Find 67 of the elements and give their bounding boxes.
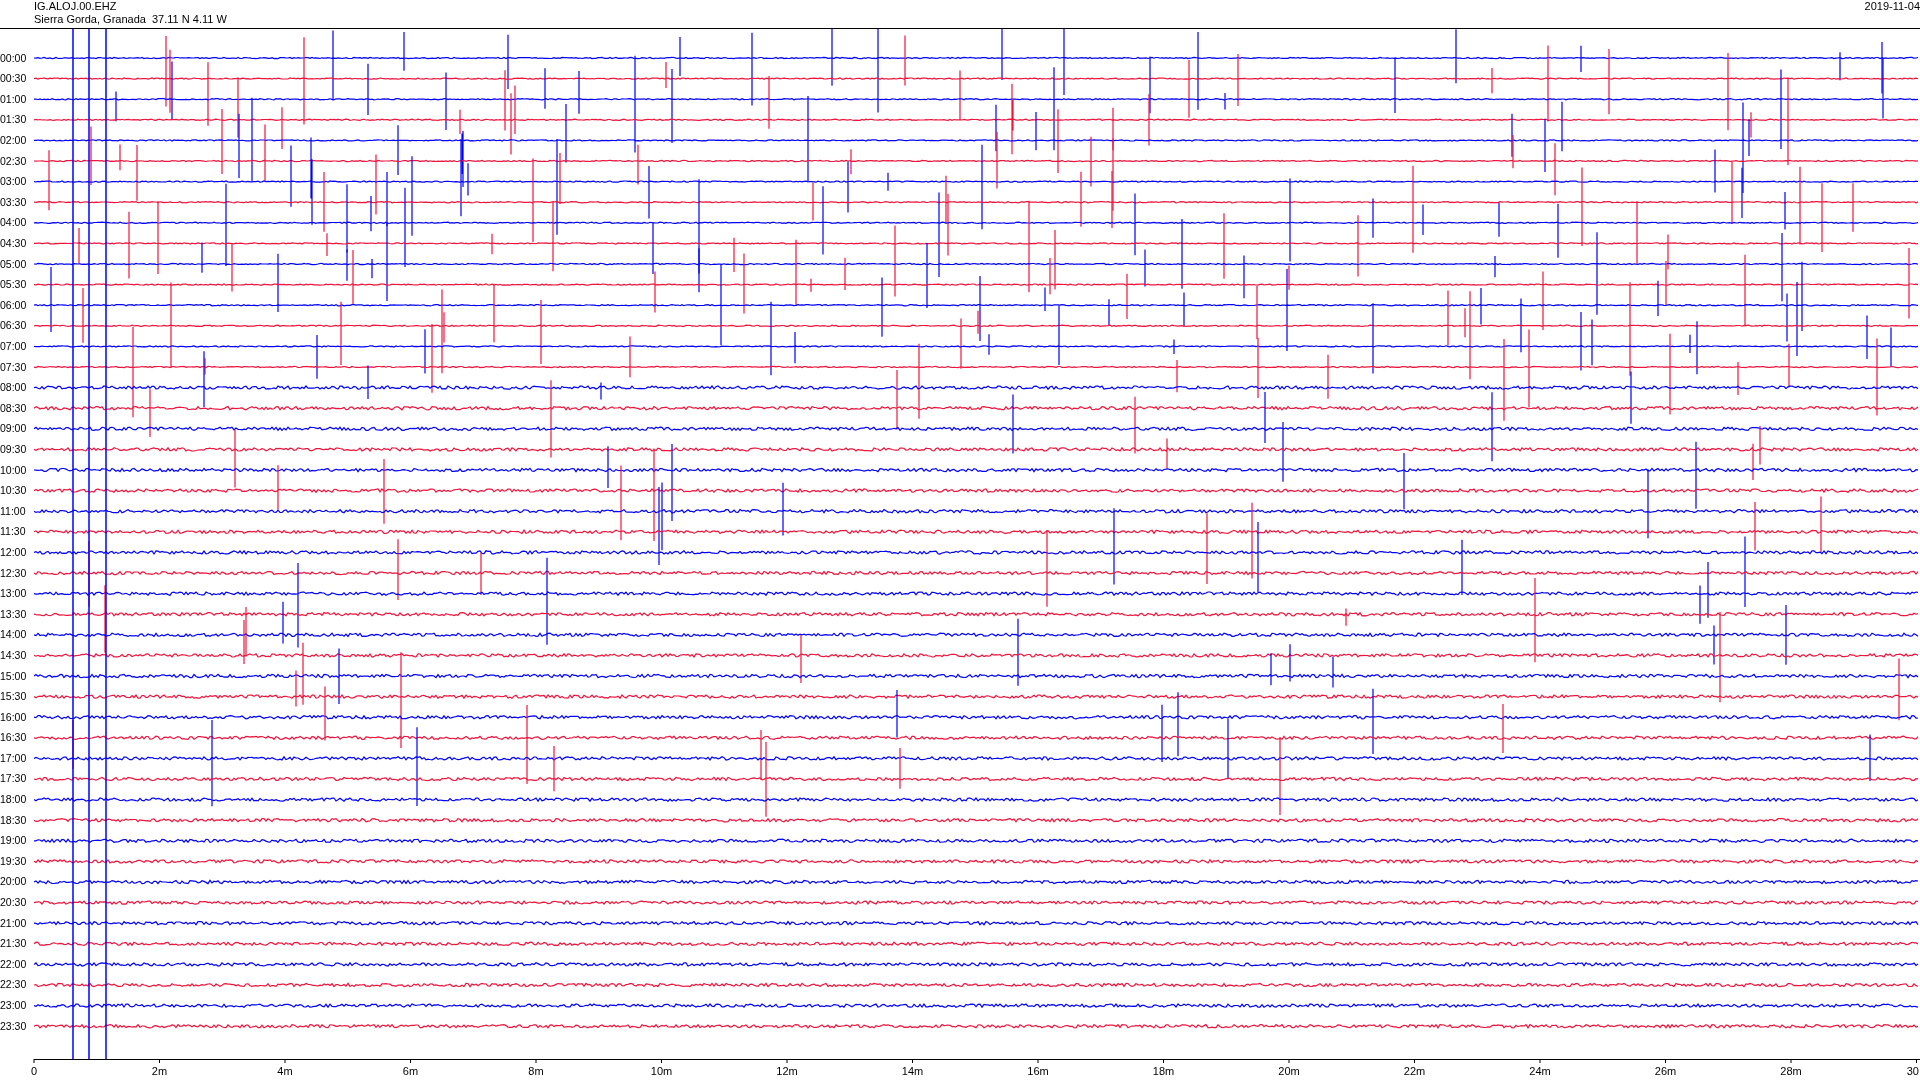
axis-tick-label: 6m — [402, 1065, 419, 1077]
axis-tick-label: 26m — [1654, 1065, 1677, 1077]
plot-date: 2019-11-04 — [1864, 0, 1920, 13]
time-label: 21:30 — [0, 936, 28, 952]
time-label: 20:00 — [0, 874, 28, 890]
axis-tick-label: 28m — [1780, 1065, 1802, 1077]
axis-tick-label: 10m — [650, 1065, 673, 1077]
time-label: 22:30 — [0, 977, 28, 993]
time-label: 12:30 — [0, 565, 28, 581]
time-label: 10:30 — [0, 483, 28, 499]
time-label: 16:30 — [0, 730, 28, 746]
axis-tick-label: 22m — [1403, 1065, 1426, 1077]
axis-tick-label: 16m — [1027, 1065, 1049, 1077]
time-label: 07:00 — [0, 339, 28, 354]
axis-tick-label: 12m — [776, 1065, 798, 1077]
time-label: 06:30 — [0, 318, 28, 334]
time-label: 09:00 — [0, 421, 28, 437]
time-label: 22:00 — [0, 956, 28, 972]
time-label: 23:00 — [0, 998, 28, 1013]
time-label: 16:00 — [0, 709, 28, 725]
time-label: 07:30 — [0, 359, 28, 375]
time-label: 14:30 — [0, 647, 28, 663]
time-label: 00:30 — [0, 71, 28, 87]
time-label: 04:00 — [0, 215, 28, 231]
time-label: 15:30 — [0, 689, 28, 705]
time-label: 02:00 — [0, 133, 28, 149]
time-label: 18:00 — [0, 792, 28, 808]
axis-tick-label: 24m — [1529, 1065, 1551, 1077]
time-label: 14:00 — [0, 627, 28, 643]
time-label: 04:30 — [0, 236, 28, 252]
axis-tick-label: 18m — [1152, 1065, 1175, 1077]
time-label: 03:00 — [0, 174, 28, 190]
time-label: 13:00 — [0, 586, 28, 602]
time-label: 01:30 — [0, 112, 28, 128]
time-label: 17:00 — [0, 750, 28, 766]
time-label: 05:30 — [0, 277, 28, 293]
axis-tick-label: 30 — [1906, 1065, 1919, 1077]
time-label: 12:00 — [0, 544, 28, 560]
time-label: 01:00 — [0, 91, 28, 107]
time-label: 17:30 — [0, 771, 28, 787]
station-code: IG.ALOJ.00.EHZ — [34, 0, 118, 13]
time-label: 13:30 — [0, 606, 28, 622]
time-label: 18:30 — [0, 812, 28, 828]
axis-tick-label: 2m — [151, 1065, 168, 1077]
time-label: 05:00 — [0, 256, 28, 272]
time-label: 00:00 — [0, 50, 28, 66]
axis-tick-label: 8m — [528, 1065, 544, 1077]
axis-tick-label: 4m — [277, 1065, 293, 1077]
time-label: 19:00 — [0, 833, 28, 849]
time-label: 20:30 — [0, 895, 28, 911]
time-label: 08:00 — [0, 380, 28, 396]
time-label: 19:30 — [0, 853, 28, 869]
time-label: 03:30 — [0, 194, 28, 210]
axis-tick-label: 14m — [901, 1065, 924, 1077]
time-label: 08:30 — [0, 400, 28, 416]
time-label: 23:30 — [0, 1018, 28, 1034]
time-label: 09:30 — [0, 441, 28, 457]
time-label: 15:00 — [0, 668, 28, 684]
time-label: 11:00 — [0, 503, 27, 519]
time-label: 11:30 — [0, 524, 27, 540]
time-label: 06:00 — [0, 297, 28, 313]
time-label: 21:00 — [0, 915, 28, 931]
time-label: 02:30 — [0, 153, 28, 169]
station-location: Sierra Gorda, Granada 37.11 N 4.11 W — [34, 13, 227, 26]
time-label: 10:00 — [0, 462, 28, 478]
axis-tick-label: 20m — [1278, 1065, 1300, 1077]
axis-tick-label: 0 — [30, 1065, 38, 1077]
